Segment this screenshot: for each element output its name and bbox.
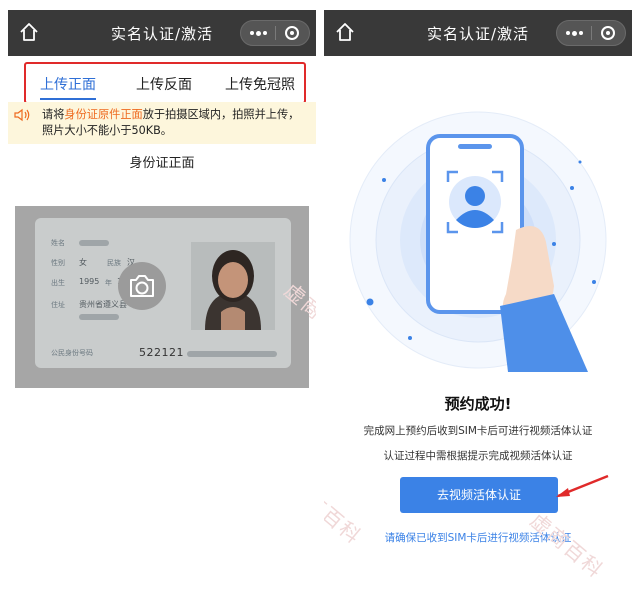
blurred-text — [79, 314, 119, 320]
mini-program-capsule — [240, 20, 310, 46]
card-label-birth: 出生 — [51, 279, 65, 287]
camera-icon — [130, 275, 154, 297]
blurred-text — [79, 240, 109, 246]
card-label-gender: 性别 — [51, 259, 65, 267]
card-label-name: 姓名 — [51, 239, 65, 247]
card-gender: 女 — [79, 258, 87, 267]
card-label-number: 公民身份号码 — [51, 349, 93, 357]
tab-upload-photo[interactable]: 上传免冠照 — [225, 74, 295, 94]
upload-id-screen: 实名认证/激活 上传正面 上传反面 上传免冠照 请将身份证原件正面放于拍摄区域内… — [8, 10, 316, 610]
tab-upload-front[interactable]: 上传正面 — [40, 74, 96, 94]
notice-text: 请将身份证原件正面放于拍摄区域内，拍照并上传，照片大小不能小于50KB。 — [42, 108, 300, 137]
notice-highlight: 身份证原件正面 — [64, 108, 143, 121]
portrait-photo — [191, 242, 275, 330]
navbar: 实名认证/激活 — [324, 10, 632, 56]
more-icon[interactable] — [241, 21, 275, 45]
navbar: 实名认证/激活 — [8, 10, 316, 56]
reservation-success-screen: 实名认证/激活 预约成功! 完成网上预约后收到SIM卡后可进行视频活体认证 认证… — [324, 10, 632, 610]
go-video-verification-button[interactable]: 去视频活体认证 — [400, 477, 558, 513]
card-label-address: 住址 — [51, 301, 65, 309]
red-arrow-icon — [556, 474, 609, 498]
upload-notice: 请将身份证原件正面放于拍摄区域内，拍照并上传，照片大小不能小于50KB。 — [8, 102, 316, 144]
success-title: 预约成功! — [444, 395, 512, 413]
capsule-divider — [591, 26, 592, 40]
camera-button[interactable] — [118, 262, 166, 310]
description-line-2: 认证过程中需根据提示完成视频活体认证 — [383, 450, 573, 462]
description-line-1: 完成网上预约后收到SIM卡后可进行视频活体认证 — [363, 425, 593, 437]
more-icon[interactable] — [557, 21, 591, 45]
speaker-icon — [14, 108, 30, 122]
face-verification-illustration — [349, 111, 607, 372]
capsule-divider — [275, 26, 276, 40]
close-mini-program-icon[interactable] — [601, 26, 615, 40]
card-birth-year: 1995 — [79, 277, 100, 286]
active-tab-indicator — [40, 98, 96, 100]
photo-capture-area[interactable]: 姓名 性别 女 民族 汉 出生 1995 年 1 月 住址 贵州省遵义县 公民身… — [15, 206, 309, 388]
tab-upload-back[interactable]: 上传反面 — [136, 74, 192, 94]
blurred-number — [187, 351, 277, 357]
mini-program-capsule — [556, 20, 626, 46]
close-mini-program-icon[interactable] — [285, 26, 299, 40]
section-label: 身份证正面 — [129, 156, 195, 171]
card-number: 522121 — [139, 346, 184, 359]
upload-tabs: 上传正面 上传反面 上传免冠照 — [24, 62, 306, 104]
card-year-unit: 年 — [105, 279, 112, 287]
